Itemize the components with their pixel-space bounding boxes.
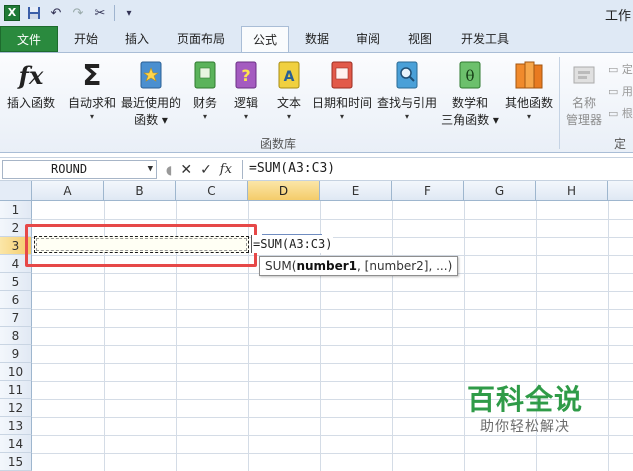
name-manager-button[interactable]: 名称 管理器 xyxy=(562,59,606,129)
row-header-13[interactable]: 13 xyxy=(0,417,32,435)
sigma-icon: Σ xyxy=(82,58,102,92)
tab-data[interactable]: 数据 xyxy=(295,26,339,52)
logical-button[interactable]: ? 逻辑 ▾ xyxy=(229,59,263,122)
row-header-11[interactable]: 11 xyxy=(0,381,32,399)
define-name-item[interactable]: ▭ 定 xyxy=(608,61,633,77)
fx-icon: fx xyxy=(18,60,44,90)
column-header-d[interactable]: D xyxy=(248,181,320,201)
ribbon-formulas: fx 插入函数 Σ 自动求和 ▾ 最近使用的 函数 ▾ 财务 ▾ ? 逻辑 ▾ … xyxy=(0,52,633,153)
column-header-h[interactable]: H xyxy=(536,181,608,201)
row-header-15[interactable]: 15 xyxy=(0,453,32,471)
grid-line xyxy=(32,363,633,364)
tab-file[interactable]: 文件 xyxy=(0,26,58,52)
grid-line xyxy=(32,219,633,220)
grid-line xyxy=(32,381,633,382)
create-from-selection-item[interactable]: ▭ 根 xyxy=(608,105,633,121)
customize-icon[interactable]: ▾ xyxy=(121,5,137,21)
use-in-formula-item[interactable]: ▭ 用 xyxy=(608,83,633,99)
grid-line xyxy=(32,309,633,310)
column-header-c[interactable]: C xyxy=(176,181,248,201)
formula-input[interactable]: =SUM(A3:C3) xyxy=(242,160,631,179)
formula-buttons: ◖ ✕ ✓ fx xyxy=(162,160,240,179)
magnifier-book-icon xyxy=(392,59,422,91)
save-icon[interactable] xyxy=(26,5,42,21)
financial-button[interactable]: 财务 ▾ xyxy=(188,59,222,122)
undo-icon[interactable]: ↶ xyxy=(48,5,64,21)
grid-line xyxy=(464,201,465,471)
row-header-6[interactable]: 6 xyxy=(0,291,32,309)
chevron-down-icon[interactable]: ▼ xyxy=(148,161,153,178)
grid-line xyxy=(32,453,633,454)
quick-access-toolbar: X ↶ ↷ ✂ ▾ 工作 xyxy=(0,0,633,26)
date-time-button[interactable]: 日期和时间 ▾ xyxy=(310,59,374,122)
resize-handle-icon[interactable]: ◖ xyxy=(166,163,172,177)
grid-line xyxy=(32,291,633,292)
window-title: 工作 xyxy=(604,9,631,24)
row-header-7[interactable]: 7 xyxy=(0,309,32,327)
row-header-9[interactable]: 9 xyxy=(0,345,32,363)
excel-logo-icon: X xyxy=(4,5,20,21)
tooltip-current-arg[interactable]: number1 xyxy=(296,259,357,273)
row-header-12[interactable]: 12 xyxy=(0,399,32,417)
cell-d3-editor[interactable]: =SUM(A3:C3) xyxy=(251,235,334,253)
ribbon-tabs: 文件 开始 插入 页面布局 公式 数据 审阅 视图 开发工具 xyxy=(0,26,633,53)
financial-book-icon xyxy=(190,59,220,91)
books-stack-icon xyxy=(514,59,544,91)
tab-review[interactable]: 审阅 xyxy=(346,26,390,52)
column-header-f[interactable]: F xyxy=(392,181,464,201)
grid-line xyxy=(32,327,633,328)
insert-function-button[interactable]: fx 插入函数 xyxy=(4,59,58,112)
row-header-1[interactable]: 1 xyxy=(0,201,32,219)
question-book-icon: ? xyxy=(231,59,261,91)
row-header-5[interactable]: 5 xyxy=(0,273,32,291)
function-argument-tooltip[interactable]: SUM(number1, [number2], ...) xyxy=(259,256,459,276)
autosum-button[interactable]: Σ 自动求和 ▾ xyxy=(66,59,118,122)
recently-used-button[interactable]: 最近使用的 函数 ▾ xyxy=(120,59,182,129)
enter-check-icon[interactable]: ✓ xyxy=(200,162,212,178)
tab-insert[interactable]: 插入 xyxy=(114,26,160,52)
highlight-box xyxy=(25,224,257,267)
column-header-g[interactable]: G xyxy=(464,181,536,201)
row-header-14[interactable]: 14 xyxy=(0,435,32,453)
grid-line xyxy=(32,345,633,346)
star-book-icon xyxy=(136,59,166,91)
calendar-book-icon xyxy=(327,59,357,91)
grid-line xyxy=(392,201,393,471)
row-header-8[interactable]: 8 xyxy=(0,327,32,345)
cancel-icon[interactable]: ✕ xyxy=(180,162,192,178)
svg-text:?: ? xyxy=(241,66,250,85)
column-header-partial xyxy=(608,181,633,201)
math-trig-button[interactable]: θ 数学和 三角函数 ▾ xyxy=(441,59,499,129)
more-functions-button[interactable]: 其他函数 ▾ xyxy=(502,59,556,122)
insert-function-fx-icon[interactable]: fx xyxy=(220,162,232,177)
select-all-corner[interactable] xyxy=(0,181,32,201)
grid-line xyxy=(608,201,609,471)
group-label-defined-names: 定 xyxy=(614,137,627,151)
redo-icon[interactable]: ↷ xyxy=(70,5,86,21)
tools-icon[interactable]: ✂ xyxy=(92,5,108,21)
watermark-logo: 百科全说 助你轻松解决 xyxy=(467,383,584,435)
group-label-function-library: 函数库 xyxy=(260,137,297,151)
group-separator xyxy=(559,57,560,149)
tab-home[interactable]: 开始 xyxy=(62,26,110,52)
name-tag-icon xyxy=(569,59,599,91)
svg-text:θ: θ xyxy=(465,67,474,85)
lookup-reference-button[interactable]: 查找与引用 ▾ xyxy=(376,59,438,122)
name-box[interactable]: ROUND ▼ xyxy=(2,160,157,179)
column-header-e[interactable]: E xyxy=(320,181,392,201)
column-header-b[interactable]: B xyxy=(104,181,176,201)
tab-view[interactable]: 视图 xyxy=(398,26,442,52)
theta-book-icon: θ xyxy=(455,59,485,91)
column-header-a[interactable]: A xyxy=(32,181,104,201)
tab-formulas[interactable]: 公式 xyxy=(241,26,289,53)
formula-bar: ROUND ▼ ◖ ✕ ✓ fx =SUM(A3:C3) xyxy=(0,157,633,181)
tab-developer[interactable]: 开发工具 xyxy=(452,26,518,52)
row-header-10[interactable]: 10 xyxy=(0,363,32,381)
text-book-icon: A xyxy=(274,59,304,91)
tab-page-layout[interactable]: 页面布局 xyxy=(166,26,236,52)
toolbar-separator xyxy=(114,5,115,21)
text-button[interactable]: A 文本 ▾ xyxy=(272,59,306,122)
svg-text:A: A xyxy=(284,69,295,85)
